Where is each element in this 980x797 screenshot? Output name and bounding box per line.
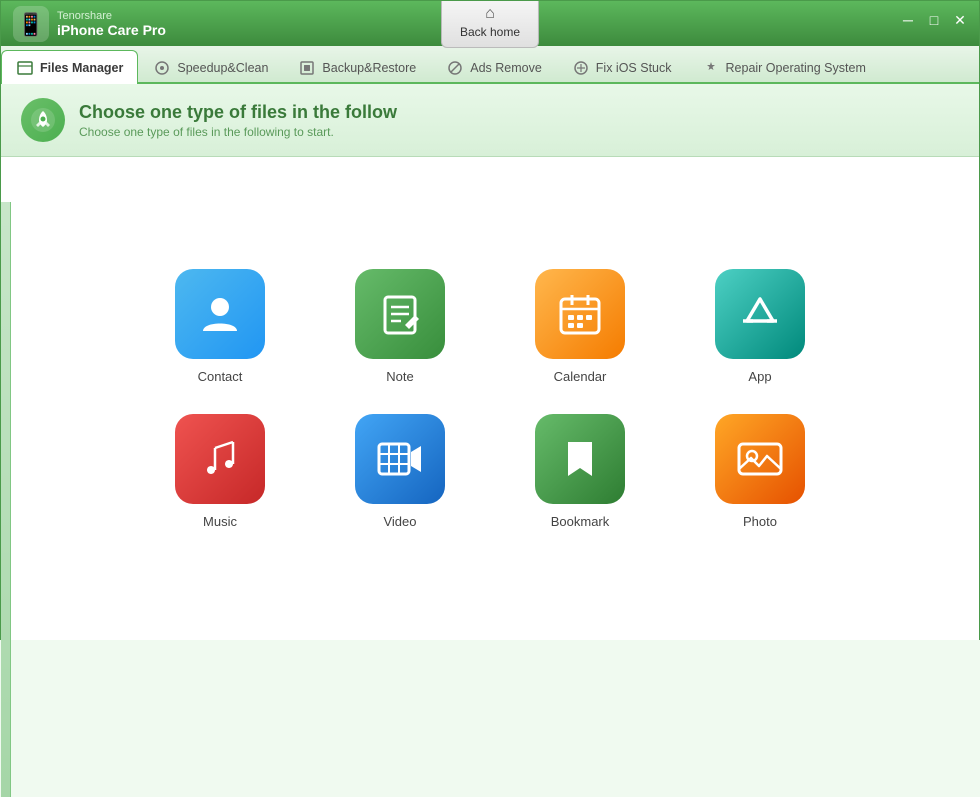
tab-backup-restore[interactable]: Backup&Restore (283, 50, 431, 84)
tab-files-manager-label: Files Manager (40, 61, 123, 75)
note-label: Note (386, 369, 413, 384)
video-icon-box (355, 414, 445, 504)
file-item-video[interactable]: Video (330, 414, 470, 529)
minimize-icon: ─ (903, 12, 913, 28)
photo-icon-box (715, 414, 805, 504)
maximize-icon: □ (930, 12, 938, 28)
music-icon (195, 434, 245, 484)
video-icon (375, 434, 425, 484)
tab-backup-label: Backup&Restore (322, 61, 416, 75)
contact-icon-box (175, 269, 265, 359)
close-icon: ✕ (954, 12, 966, 29)
file-item-calendar[interactable]: Calendar (510, 269, 650, 384)
tab-ads-icon (446, 59, 464, 77)
file-item-bookmark[interactable]: Bookmark (510, 414, 650, 529)
bookmark-label: Bookmark (551, 514, 610, 529)
calendar-label: Calendar (554, 369, 607, 384)
tab-backup-icon (298, 59, 316, 77)
file-item-music[interactable]: Music (150, 414, 290, 529)
minimize-button[interactable]: ─ (897, 9, 919, 31)
banner: Choose one type of files in the follow C… (1, 84, 979, 157)
photo-icon (735, 434, 785, 484)
calendar-icon-box (535, 269, 625, 359)
back-home-icon: ⌂ (485, 5, 495, 23)
tab-speedup-label: Speedup&Clean (177, 61, 268, 75)
banner-title: Choose one type of files in the follow (79, 102, 397, 123)
app-icon-box (715, 269, 805, 359)
contact-icon (195, 289, 245, 339)
brand-name: Tenorshare (57, 10, 166, 22)
banner-subtitle: Choose one type of files in the followin… (79, 125, 397, 139)
app-store-icon (735, 289, 785, 339)
bookmark-icon (555, 434, 605, 484)
tab-bar: Files Manager Speedup&Clean Backup&Resto… (1, 46, 979, 84)
tab-ads-remove[interactable]: Ads Remove (431, 50, 557, 84)
tab-repair-os[interactable]: Repair Operating System (687, 50, 881, 84)
left-strip (1, 202, 11, 797)
tab-ads-label: Ads Remove (470, 61, 542, 75)
banner-icon (21, 98, 65, 142)
tab-files-manager-icon (16, 59, 34, 77)
title-bar: 📱 Tenorshare iPhone Care Pro ⌂ Back home… (1, 1, 979, 46)
tab-speedup-icon (153, 59, 171, 77)
svg-text:📱: 📱 (17, 12, 44, 37)
tab-repair-label: Repair Operating System (726, 61, 866, 75)
tab-fix-icon (572, 59, 590, 77)
note-icon (375, 289, 425, 339)
back-home-label: Back home (460, 25, 520, 39)
tab-repair-icon (702, 59, 720, 77)
app-logo: 📱 Tenorshare iPhone Care Pro (1, 6, 178, 42)
app-title-text: Tenorshare iPhone Care Pro (57, 10, 166, 38)
photo-label: Photo (743, 514, 777, 529)
file-item-app[interactable]: App (690, 269, 830, 384)
music-label: Music (203, 514, 237, 529)
tab-files-manager[interactable]: Files Manager (1, 50, 138, 84)
app-label: App (748, 369, 771, 384)
file-item-photo[interactable]: Photo (690, 414, 830, 529)
tab-fix-ios[interactable]: Fix iOS Stuck (557, 50, 687, 84)
music-icon-box (175, 414, 265, 504)
window-controls: ─ □ ✕ (897, 9, 971, 31)
calendar-icon (555, 289, 605, 339)
note-icon-box (355, 269, 445, 359)
logo-icon: 📱 (13, 6, 49, 42)
tab-fix-label: Fix iOS Stuck (596, 61, 672, 75)
back-home-button[interactable]: ⌂ Back home (441, 1, 539, 48)
tab-speedup-clean[interactable]: Speedup&Clean (138, 50, 283, 84)
close-button[interactable]: ✕ (949, 9, 971, 31)
bookmark-icon-box (535, 414, 625, 504)
file-item-contact[interactable]: Contact (150, 269, 290, 384)
video-label: Video (383, 514, 416, 529)
contact-label: Contact (198, 369, 243, 384)
rocket-icon (29, 106, 57, 134)
product-name: iPhone Care Pro (57, 22, 166, 38)
banner-text: Choose one type of files in the follow C… (79, 102, 397, 139)
file-item-note[interactable]: Note (330, 269, 470, 384)
main-content: Contact Note (1, 157, 979, 640)
file-grid: Contact Note (150, 269, 830, 529)
maximize-button[interactable]: □ (923, 9, 945, 31)
